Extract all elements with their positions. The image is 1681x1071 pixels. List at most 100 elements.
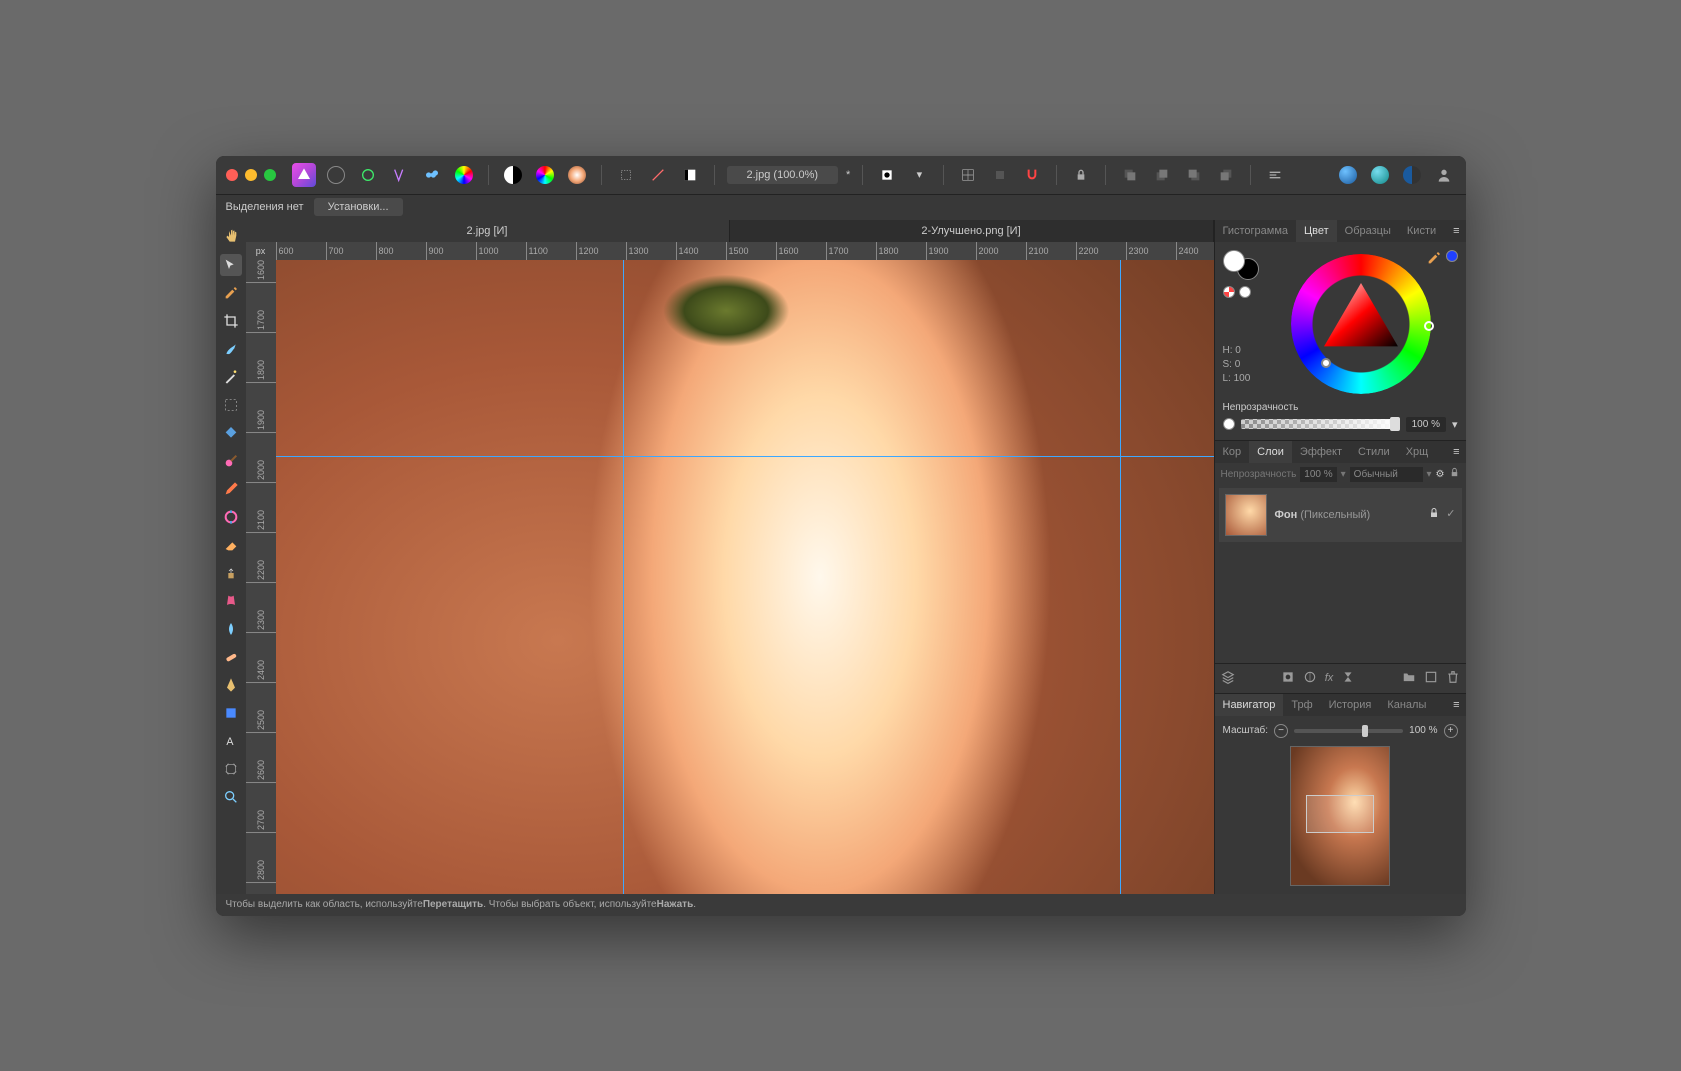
add-layer-icon[interactable] (1424, 670, 1438, 687)
ruler-vertical[interactable]: 1600170018001900200021002200230024002500… (246, 260, 276, 894)
rectangle-tool-icon[interactable] (220, 702, 242, 724)
chevron-down-icon[interactable]: ▾ (907, 163, 931, 187)
persona-photo-icon[interactable] (324, 163, 348, 187)
nav-tab[interactable]: Трф (1283, 694, 1320, 716)
guide-horizontal[interactable] (276, 456, 1214, 457)
ruler-horizontal[interactable]: 6007008009001000110012001300140015001600… (276, 242, 1214, 260)
persona-develop-icon[interactable] (388, 163, 412, 187)
white-swatch-icon[interactable] (1239, 286, 1251, 298)
eyedropper-tool-icon[interactable] (220, 282, 242, 304)
visibility-checkbox[interactable]: ✓ (1446, 507, 1455, 522)
color-circle-icon[interactable] (533, 163, 557, 187)
dodge-tool-icon[interactable] (220, 618, 242, 640)
arrange-back-icon[interactable] (1118, 163, 1142, 187)
nav-tab[interactable]: Навигатор (1215, 694, 1284, 716)
contrast-icon[interactable] (501, 163, 525, 187)
move-tool-icon[interactable] (220, 254, 242, 276)
recent-color-swatch[interactable] (1446, 250, 1458, 262)
gradient-circle-icon[interactable] (565, 163, 589, 187)
settings-button[interactable]: Установки... (314, 198, 403, 216)
navigator-thumbnail[interactable] (1290, 746, 1390, 886)
marquee-tool-icon[interactable] (220, 394, 242, 416)
panel-menu-icon[interactable]: ≡ (1447, 446, 1465, 458)
zoom-out-button[interactable]: − (1274, 724, 1288, 738)
heal-tool-icon[interactable] (220, 646, 242, 668)
studio-cyan-icon[interactable] (1368, 163, 1392, 187)
text-tool-icon[interactable]: A (220, 730, 242, 752)
zoom-in-button[interactable]: + (1444, 724, 1458, 738)
blend-mode-select[interactable]: Обычный (1350, 467, 1423, 482)
fullscreen-window-button[interactable] (264, 169, 276, 181)
layer-item[interactable]: Фон (Пиксельный) ✓ (1219, 488, 1462, 542)
lock-icon[interactable] (1069, 163, 1093, 187)
pencil-tool-icon[interactable] (220, 478, 242, 500)
persona-liquify-icon[interactable] (356, 163, 380, 187)
layers-tab[interactable]: Кор (1215, 441, 1250, 463)
persona-tone-icon[interactable] (420, 163, 444, 187)
mask-layer-icon[interactable] (1281, 670, 1295, 687)
adjustment-layer-icon[interactable] (1303, 670, 1317, 687)
hourglass-icon[interactable] (1341, 670, 1355, 687)
arrange-front-icon[interactable] (1214, 163, 1238, 187)
chevron-down-icon[interactable]: ▾ (1427, 469, 1432, 480)
foreground-background-swatch[interactable] (1223, 250, 1259, 280)
hand-tool-icon[interactable] (220, 226, 242, 248)
lock-icon[interactable] (1428, 507, 1440, 522)
document-tab[interactable]: 2.jpg [И] (246, 220, 730, 242)
layers-tab[interactable]: Хрщ (1398, 441, 1437, 463)
color-tab[interactable]: Гистограмма (1215, 220, 1297, 242)
color-wheel[interactable] (1291, 254, 1431, 394)
arrange-forward-icon[interactable] (1182, 163, 1206, 187)
sl-cursor[interactable] (1321, 358, 1331, 368)
grid-icon[interactable] (956, 163, 980, 187)
hue-cursor[interactable] (1424, 321, 1434, 331)
layer-opacity-input[interactable]: 100 % (1300, 467, 1336, 482)
marquee-icon[interactable] (614, 163, 638, 187)
opacity-value[interactable]: 100 % (1406, 417, 1446, 432)
mask-mode-icon[interactable] (875, 163, 899, 187)
snap-icon[interactable] (988, 163, 1012, 187)
opacity-slider[interactable] (1241, 419, 1400, 429)
document-tab[interactable]: 2-Улучшено.png [И] (730, 220, 1214, 242)
zoom-value[interactable]: 100 % (1409, 725, 1437, 736)
layers-stack-icon[interactable] (1221, 670, 1235, 687)
navigator-viewport[interactable] (1306, 795, 1375, 834)
color-tab[interactable]: Цвет (1296, 220, 1337, 242)
trash-icon[interactable] (1446, 670, 1460, 687)
fx-icon[interactable]: fx (1325, 672, 1334, 684)
crop-tool-icon[interactable] (220, 310, 242, 332)
canvas[interactable] (276, 260, 1214, 894)
none-color-icon[interactable] (1223, 286, 1235, 298)
guides-icon[interactable] (646, 163, 670, 187)
guide-vertical[interactable] (1120, 260, 1121, 894)
chevron-down-icon[interactable]: ▾ (1341, 469, 1346, 480)
studio-blue-icon[interactable] (1336, 163, 1360, 187)
panel-menu-icon[interactable]: ≡ (1447, 699, 1465, 711)
inpaint-tool-icon[interactable] (220, 590, 242, 612)
arrange-backward-icon[interactable] (1150, 163, 1174, 187)
layers-tab[interactable]: Эффект (1292, 441, 1350, 463)
color-tab[interactable]: Кисти (1399, 220, 1444, 242)
gear-icon[interactable]: ⚙ (1436, 469, 1445, 480)
paint-brush-icon[interactable] (220, 450, 242, 472)
selection-brush-icon[interactable] (220, 338, 242, 360)
layers-tab[interactable]: Стили (1350, 441, 1398, 463)
guide-vertical[interactable] (623, 260, 624, 894)
folder-icon[interactable] (1402, 670, 1416, 687)
mesh-tool-icon[interactable] (220, 758, 242, 780)
magnet-icon[interactable] (1020, 163, 1044, 187)
zoom-tool-icon[interactable] (220, 786, 242, 808)
nav-tab[interactable]: История (1321, 694, 1380, 716)
color-replace-icon[interactable] (220, 506, 242, 528)
account-icon[interactable] (1432, 163, 1456, 187)
close-window-button[interactable] (226, 169, 238, 181)
layers-tab[interactable]: Слои (1249, 441, 1292, 463)
persona-export-icon[interactable] (452, 163, 476, 187)
flood-fill-icon[interactable] (220, 422, 242, 444)
clone-tool-icon[interactable] (220, 562, 242, 584)
pen-tool-icon[interactable] (220, 674, 242, 696)
chevron-down-icon[interactable]: ▾ (1452, 418, 1458, 431)
zoom-slider[interactable] (1294, 729, 1403, 733)
align-icon[interactable] (1263, 163, 1287, 187)
nav-tab[interactable]: Каналы (1379, 694, 1434, 716)
